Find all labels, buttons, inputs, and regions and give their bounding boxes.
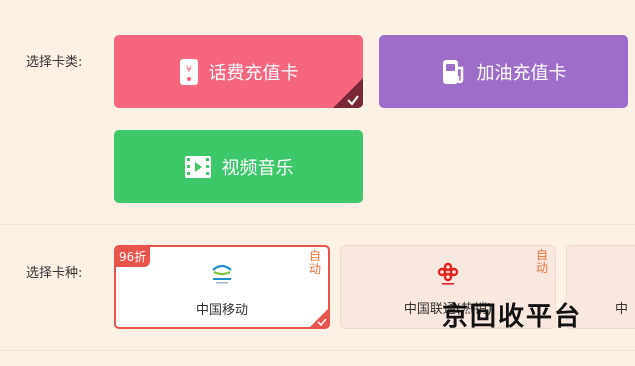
check-icon bbox=[317, 318, 327, 327]
card-type-fuel-label: 加油充值卡 bbox=[476, 62, 567, 84]
card-type-fuel[interactable]: 加油充值卡 bbox=[379, 35, 628, 108]
section-divider bbox=[0, 224, 635, 225]
carrier-china-mobile[interactable]: 96折 自动 中国移动 bbox=[114, 245, 330, 329]
video-film-icon bbox=[184, 155, 212, 179]
card-type-phone-bill[interactable]: ¥ 话费充值卡 bbox=[114, 35, 363, 108]
card-type-video-music[interactable]: 视频音乐 bbox=[114, 130, 363, 203]
check-icon bbox=[347, 95, 359, 106]
discount-badge: 96折 bbox=[116, 247, 151, 267]
card-type-label: 选择卡类: bbox=[26, 55, 83, 70]
svg-text:¥: ¥ bbox=[186, 65, 192, 75]
china-unicom-logo-icon bbox=[433, 260, 463, 292]
auto-tag: 自动 bbox=[309, 249, 322, 276]
section-divider bbox=[0, 350, 635, 351]
china-mobile-logo-icon bbox=[207, 261, 237, 291]
watermark-text: 京回收平台 bbox=[442, 302, 583, 332]
card-type-phone-bill-label: 话费充值卡 bbox=[208, 62, 299, 84]
phone-bill-icon: ¥ bbox=[179, 58, 199, 86]
card-kind-label: 选择卡种: bbox=[26, 266, 83, 281]
card-type-video-music-label: 视频音乐 bbox=[221, 157, 294, 179]
carrier-name: 中国移动 bbox=[195, 303, 248, 318]
carrier-name: 中 bbox=[615, 302, 629, 317]
auto-tag: 自动 bbox=[536, 248, 549, 275]
fuel-pump-icon bbox=[441, 58, 467, 86]
